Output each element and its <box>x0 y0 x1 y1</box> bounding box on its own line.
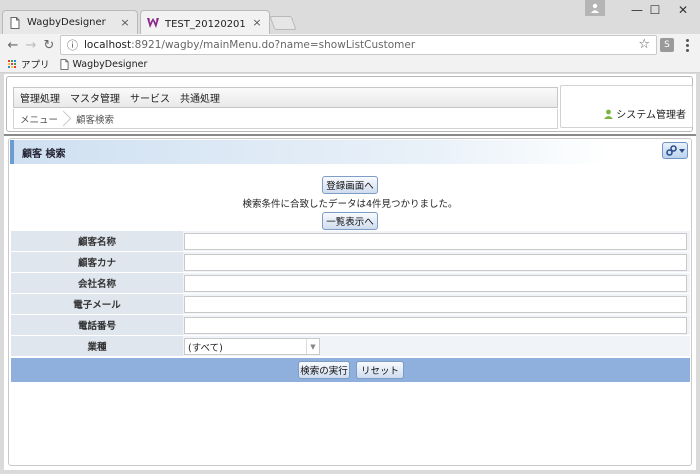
company-name-input[interactable] <box>184 275 687 292</box>
star-icon[interactable]: ☆ <box>638 37 650 52</box>
form-row-customer-kana: 顧客カナ <box>11 252 690 273</box>
menu-item-master[interactable]: マスタ管理 <box>70 90 120 105</box>
current-user[interactable]: システム管理者 <box>604 106 686 121</box>
wagby-logo-icon <box>147 16 159 30</box>
close-window-button[interactable]: ✕ <box>666 0 700 20</box>
result-message: 検索条件に合致したデータは4件見つかりました。 <box>242 199 458 210</box>
page-icon <box>9 16 21 30</box>
form-row-industry: 業種 (すべて) ▼ <box>11 336 690 357</box>
tab-customer-search[interactable]: TEST_20120201 顧客検索 × <box>140 10 270 34</box>
menu-item-admin[interactable]: 管理処理 <box>20 90 60 105</box>
user-box: システム管理者 <box>560 85 693 128</box>
close-icon[interactable]: × <box>119 16 131 29</box>
tools-dropdown-button[interactable] <box>662 142 688 159</box>
field-label: 業種 <box>11 336 183 357</box>
browser-toolbar: ← → ↻ ⓘ localhost:8921/wagby/mainMenu.do… <box>0 34 700 56</box>
bookmark-apps[interactable]: アプリ <box>8 57 50 71</box>
reload-button[interactable]: ↻ <box>40 36 58 54</box>
form-row-company-name: 会社名称 <box>11 273 690 294</box>
menu-item-common[interactable]: 共通処理 <box>180 90 220 105</box>
apps-grid-icon <box>8 59 17 69</box>
user-name: システム管理者 <box>616 110 686 121</box>
browser-titlebar: WagbyDesigner × TEST_20120201 顧客検索 × — ☐… <box>0 0 700 34</box>
customer-name-input[interactable] <box>184 233 687 250</box>
forward-button[interactable]: → <box>22 36 40 54</box>
person-icon <box>591 3 599 13</box>
link-icon <box>665 145 677 156</box>
bookmark-wagby-designer[interactable]: WagbyDesigner <box>59 58 148 70</box>
breadcrumb-menu[interactable]: メニュー <box>20 112 58 126</box>
page-title-bar: 顧客 検索 <box>10 140 610 164</box>
register-screen-button[interactable]: 登録画面へ <box>322 176 378 194</box>
url-text: localhost:8921/wagby/mainMenu.do?name=sh… <box>84 39 415 51</box>
tab-title: WagbyDesigner <box>27 17 106 28</box>
profile-button[interactable] <box>585 0 605 16</box>
info-icon[interactable]: ⓘ <box>67 37 78 53</box>
header-frame: 管理処理 マスタ管理 サービス 共通処理 メニュー 顧客検索 システム管理者 <box>6 76 693 132</box>
header-divider <box>4 134 696 136</box>
breadcrumb-current: 顧客検索 <box>76 114 115 126</box>
customer-kana-input[interactable] <box>184 254 687 271</box>
field-label: 会社名称 <box>11 273 183 294</box>
close-icon[interactable]: × <box>251 16 263 29</box>
industry-select[interactable]: (すべて) ▼ <box>184 338 320 355</box>
field-label: 電話番号 <box>11 315 183 336</box>
phone-input[interactable] <box>184 317 687 334</box>
form-row-phone: 電話番号 <box>11 315 690 336</box>
page-title: 顧客 検索 <box>22 148 66 160</box>
back-button[interactable]: ← <box>4 36 22 54</box>
chevron-right-icon <box>62 110 70 128</box>
new-tab-button[interactable] <box>269 16 297 30</box>
bookmarks-bar: アプリ WagbyDesigner <box>0 56 700 73</box>
user-icon <box>604 109 614 119</box>
url-path: :8921/wagby/mainMenu.do?name=showListCus… <box>131 39 416 51</box>
url-host: localhost <box>84 39 132 51</box>
field-label: 電子メール <box>11 294 183 315</box>
address-bar[interactable]: ⓘ localhost:8921/wagby/mainMenu.do?name=… <box>60 35 657 55</box>
tab-wagby-designer[interactable]: WagbyDesigner × <box>2 10 138 34</box>
breadcrumb: メニュー 顧客検索 <box>13 109 558 129</box>
page-viewport: 管理処理 マスタ管理 サービス 共通処理 メニュー 顧客検索 システム管理者 顧… <box>4 74 696 470</box>
reset-button[interactable]: リセット <box>356 361 404 379</box>
email-input[interactable] <box>184 296 687 313</box>
field-label: 顧客カナ <box>11 252 183 273</box>
browser-menu-button[interactable] <box>680 36 694 54</box>
industry-selected: (すべて) <box>188 342 223 354</box>
chevron-down-icon[interactable]: ▼ <box>306 339 319 354</box>
caret-down-icon <box>678 148 685 153</box>
main-menu-bar: 管理処理 マスタ管理 サービス 共通処理 <box>13 87 558 108</box>
search-button[interactable]: 検索の実行 <box>298 361 350 379</box>
extension-button[interactable]: S <box>660 38 674 52</box>
form-row-email: 電子メール <box>11 294 690 315</box>
bookmark-label: アプリ <box>21 60 50 71</box>
tab-title: TEST_20120201 顧客検索 <box>165 19 247 30</box>
action-bar <box>11 358 690 382</box>
bookmark-label: WagbyDesigner <box>72 58 148 70</box>
page-icon <box>59 58 69 70</box>
form-row-customer-name: 顧客名称 <box>11 231 690 252</box>
field-label: 顧客名称 <box>11 231 183 252</box>
menu-item-service[interactable]: サービス <box>130 90 170 105</box>
list-view-button[interactable]: 一覧表示へ <box>322 212 378 230</box>
